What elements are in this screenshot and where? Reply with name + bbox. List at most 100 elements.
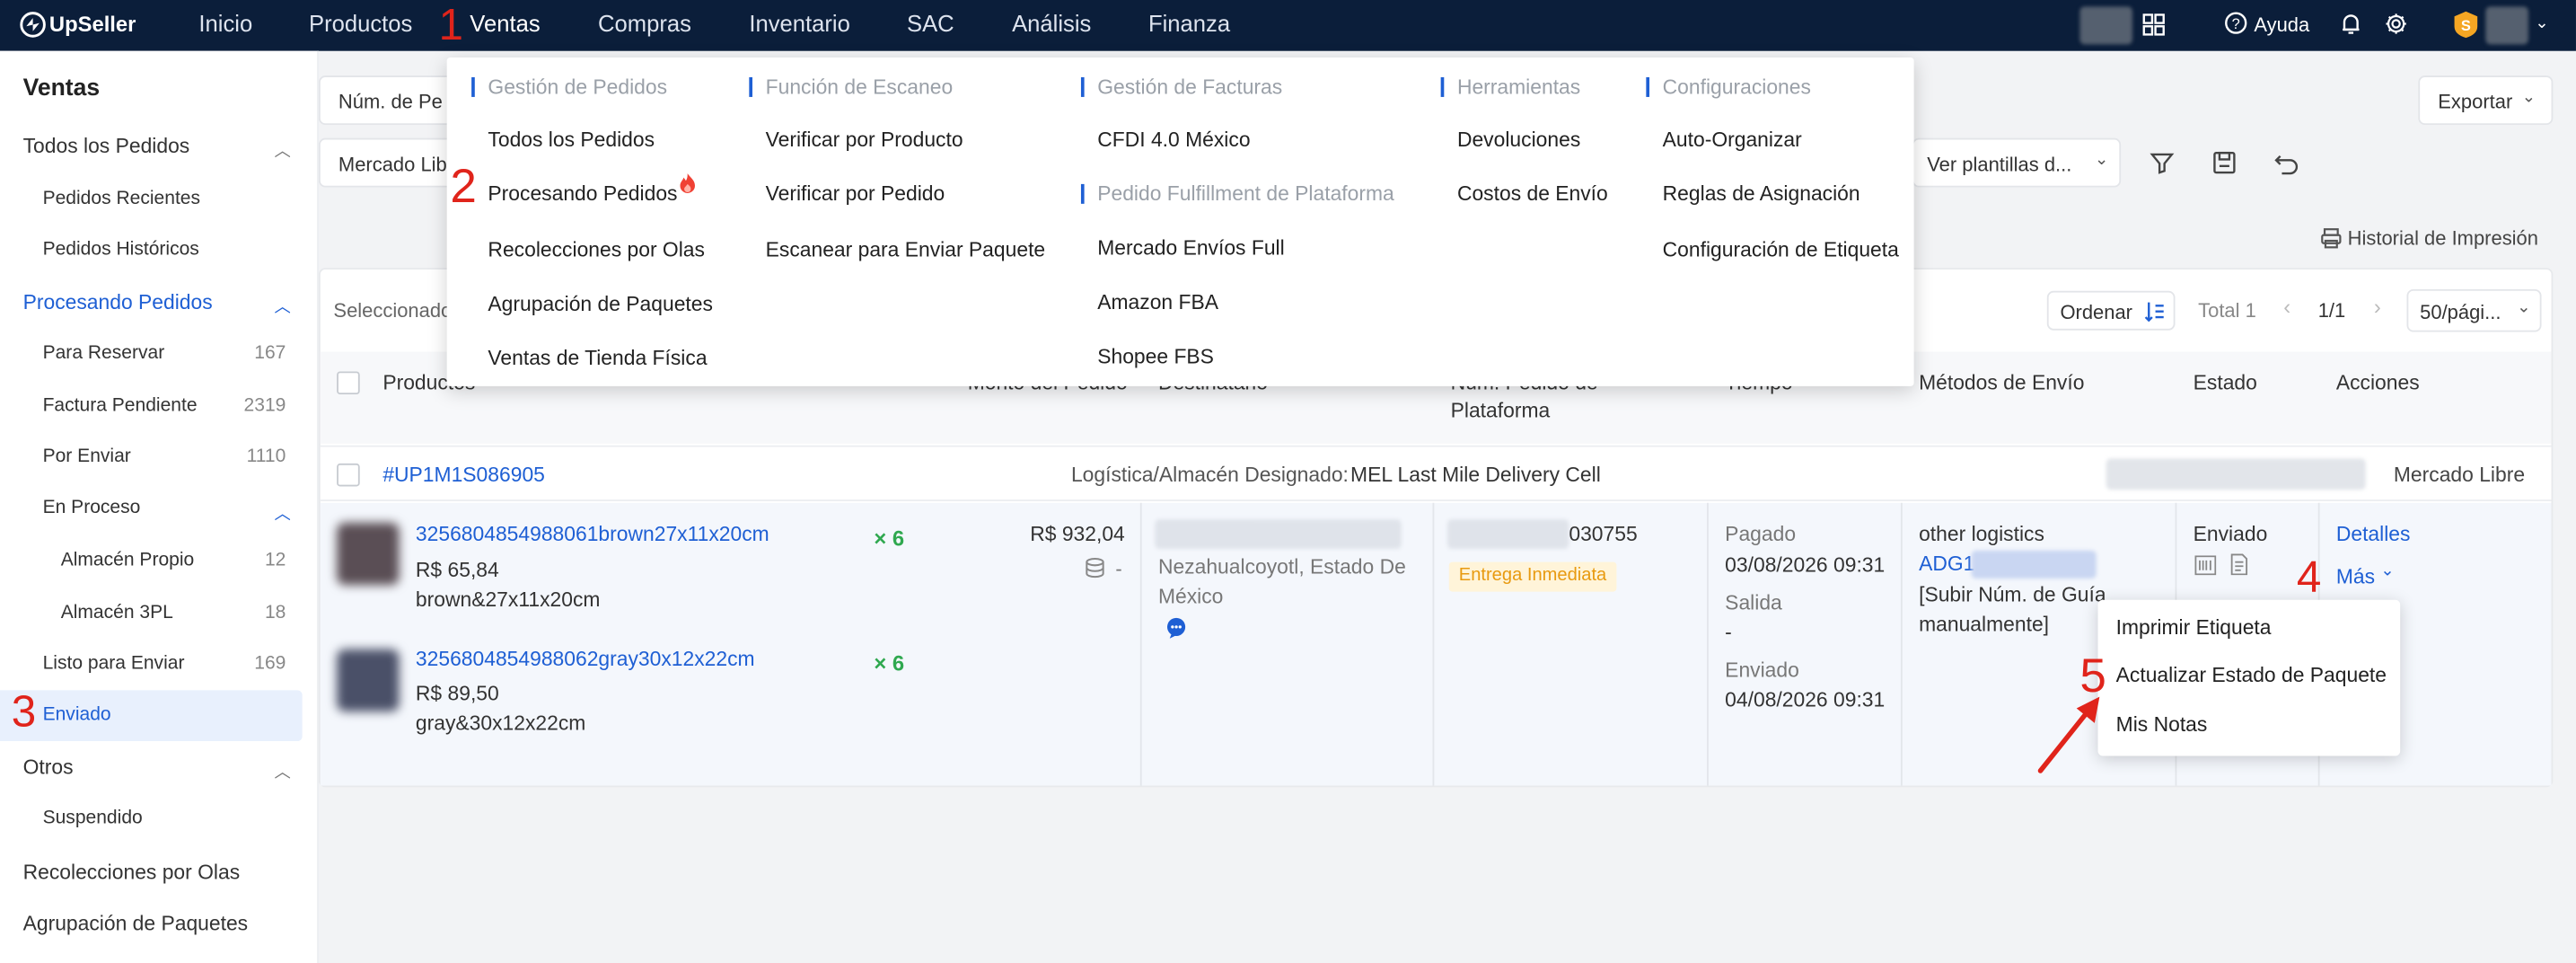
- nav-finanza[interactable]: Finanza: [1148, 10, 1230, 36]
- nav-compras[interactable]: Compras: [598, 10, 691, 36]
- menu-item-mercado-envios-full[interactable]: Mercado Envíos Full: [1097, 236, 1284, 260]
- blurred-username[interactable]: [2485, 6, 2528, 45]
- menu-item-costos-envio[interactable]: Costos de Envío: [1457, 182, 1608, 206]
- product-quantity-2: × 6: [874, 650, 905, 676]
- logistics-value: MEL Last Mile Delivery Cell: [1350, 463, 1601, 487]
- sidebar-item-suspendido[interactable]: Suspendido: [43, 808, 143, 828]
- sidebar-item-pedidos-recientes[interactable]: Pedidos Recientes: [43, 189, 200, 208]
- menu-item-mis-notas[interactable]: Mis Notas: [2116, 713, 2208, 737]
- menu-item-cfdi-mexico[interactable]: CFDI 4.0 México: [1097, 128, 1250, 152]
- menu-item-auto-organizar[interactable]: Auto-Organizar: [1663, 128, 1802, 152]
- upload-guide-note-line-1[interactable]: [Subir Núm. de Guía: [1919, 583, 2106, 606]
- page-size-select[interactable]: 50/pági... ⌄: [2406, 288, 2542, 332]
- menu-item-amazon-fba[interactable]: Amazon FBA: [1097, 291, 1218, 314]
- chevron-up-icon[interactable]: ︿: [275, 499, 291, 524]
- barcode-icon[interactable]: [2194, 555, 2217, 576]
- sidebar-item-procesando-pedidos[interactable]: Procesando Pedidos: [23, 291, 213, 314]
- app-logo-text[interactable]: UpSeller: [49, 12, 136, 36]
- order-id-link[interactable]: #UP1M1S086905: [382, 464, 545, 487]
- save-template-icon[interactable]: [2211, 149, 2238, 175]
- chevron-up-icon[interactable]: ︿: [275, 293, 291, 317]
- product-thumbnail-1[interactable]: [337, 522, 400, 586]
- nav-inventario[interactable]: Inventario: [749, 10, 849, 36]
- chat-bubble-icon[interactable]: [1165, 616, 1188, 640]
- order-number-filter-select[interactable]: Núm. de Pe: [318, 75, 467, 126]
- notification-bell-icon[interactable]: [2339, 12, 2362, 36]
- sidebar-item-para-reservar[interactable]: Para Reservar: [43, 343, 165, 363]
- menu-item-ventas-tienda-fisica[interactable]: Ventas de Tienda Física: [488, 347, 707, 370]
- apps-grid-icon[interactable]: [2142, 13, 2166, 37]
- undo-reset-icon[interactable]: [2273, 149, 2299, 175]
- nav-ventas[interactable]: Ventas: [470, 10, 540, 36]
- print-history-link[interactable]: Historial de Impresión: [2348, 226, 2538, 250]
- chevron-down-icon[interactable]: ⌄: [2380, 562, 2394, 580]
- sidebar-item-otros[interactable]: Otros: [23, 756, 74, 780]
- blurred-account-avatar[interactable]: [2079, 6, 2132, 45]
- menu-item-actualizar-estado-paquete[interactable]: Actualizar Estado de Paquete: [2116, 664, 2387, 687]
- more-actions-link[interactable]: Más: [2336, 565, 2375, 588]
- sidebar-item-todos-los-pedidos[interactable]: Todos los Pedidos: [23, 135, 190, 158]
- coin-stack-icon[interactable]: [1085, 557, 1106, 579]
- product-thumbnail-2[interactable]: [337, 649, 400, 712]
- sort-list-icon: [2144, 301, 2166, 322]
- sidebar-item-listo-para-enviar[interactable]: Listo para Enviar: [43, 654, 185, 674]
- product-variant-2: gray&30x12x22cm: [415, 711, 586, 735]
- sidebar-item-agrupacion-de-paquetes[interactable]: Agrupación de Paquetes: [23, 912, 249, 935]
- sort-button[interactable]: Ordenar: [2046, 290, 2176, 331]
- sidebar-item-almacen-propio[interactable]: Almacén Propio: [61, 551, 195, 570]
- nav-analisis[interactable]: Análisis: [1012, 10, 1091, 36]
- export-button[interactable]: Exportar ⌄: [2418, 75, 2554, 126]
- count-por-enviar: 1110: [246, 446, 286, 467]
- menu-item-verificar-pedido[interactable]: Verificar por Pedido: [766, 182, 945, 206]
- sidebar-item-recolecciones-por-olas[interactable]: Recolecciones por Olas: [23, 861, 241, 885]
- nav-inicio[interactable]: Inicio: [198, 10, 252, 36]
- settings-gear-icon[interactable]: [2384, 12, 2408, 36]
- menu-item-procesando-pedidos[interactable]: Procesando Pedidos: [488, 182, 677, 206]
- menu-item-reglas-asignacion[interactable]: Reglas de Asignación: [1663, 182, 1860, 206]
- sidebar-item-en-proceso[interactable]: En Proceso: [43, 498, 141, 517]
- nav-productos[interactable]: Productos: [309, 10, 412, 36]
- product-sku-link-1[interactable]: 3256804854988061brown27x11x20cm: [416, 523, 769, 546]
- help-icon[interactable]: ?: [2224, 12, 2247, 35]
- account-chevron-down-icon[interactable]: ⌄: [2535, 14, 2548, 32]
- sidebar: Ventas Todos los Pedidos ︿ Pedidos Recie…: [0, 50, 319, 963]
- fire-hot-icon: [679, 172, 697, 194]
- menu-item-devoluciones[interactable]: Devoluciones: [1457, 128, 1580, 152]
- printer-icon[interactable]: [2320, 226, 2343, 250]
- menu-item-escanear-enviar-paquete[interactable]: Escanear para Enviar Paquete: [766, 238, 1046, 261]
- platform-order-number-suffix[interactable]: 030755: [1569, 523, 1637, 546]
- chevron-up-icon[interactable]: ︿: [275, 757, 291, 782]
- tracking-code-link[interactable]: ADG1: [1919, 552, 1974, 576]
- sidebar-item-factura-pendiente[interactable]: Factura Pendiente: [43, 396, 198, 416]
- user-badge-icon[interactable]: S: [2451, 10, 2481, 40]
- templates-select[interactable]: Ver plantillas d... ⌄: [1912, 137, 2122, 188]
- menu-item-recolecciones-por-olas[interactable]: Recolecciones por Olas: [488, 238, 705, 261]
- next-page-icon[interactable]: ›: [2374, 294, 2381, 318]
- menu-heading-gestion-facturas: Gestión de Facturas: [1080, 77, 1282, 97]
- menu-item-agrupacion-de-paquetes[interactable]: Agrupación de Paquetes: [488, 293, 713, 316]
- filter-funnel-icon[interactable]: [2149, 149, 2175, 175]
- menu-item-configuracion-etiqueta[interactable]: Configuración de Etiqueta: [1663, 238, 1899, 261]
- chevron-up-icon[interactable]: ︿: [275, 137, 291, 161]
- upload-guide-note-line-2[interactable]: manualmente]: [1919, 613, 2049, 636]
- marketplace-filter-select[interactable]: Mercado Libr: [318, 137, 467, 188]
- paid-datetime: 03/08/2026 09:31: [1725, 553, 1886, 578]
- menu-item-todos-los-pedidos[interactable]: Todos los Pedidos: [488, 128, 655, 152]
- order-checkbox[interactable]: [337, 463, 360, 487]
- chevron-down-icon: ⌄: [2094, 151, 2109, 170]
- menu-heading-fulfillment-plataforma: Pedido Fulfillment de Plataforma: [1080, 183, 1394, 204]
- prev-page-icon[interactable]: ‹: [2283, 294, 2290, 318]
- sidebar-item-enviado-active[interactable]: Enviado: [0, 690, 303, 742]
- sidebar-item-pedidos-historicos[interactable]: Pedidos Históricos: [43, 240, 199, 260]
- menu-item-shopee-fbs[interactable]: Shopee FBS: [1097, 345, 1214, 368]
- product-sku-link-2[interactable]: 3256804854988062gray30x12x22cm: [416, 648, 755, 671]
- sidebar-item-por-enviar[interactable]: Por Enviar: [43, 447, 131, 467]
- nav-sac[interactable]: SAC: [907, 10, 954, 36]
- menu-item-imprimir-etiqueta[interactable]: Imprimir Etiqueta: [2116, 616, 2272, 640]
- menu-item-verificar-producto[interactable]: Verificar por Producto: [766, 128, 963, 152]
- help-label[interactable]: Ayuda: [2254, 13, 2309, 37]
- details-link[interactable]: Detalles: [2336, 523, 2411, 546]
- sidebar-item-almacen-3pl[interactable]: Almacén 3PL: [61, 603, 173, 623]
- select-all-checkbox[interactable]: [337, 371, 360, 395]
- document-icon[interactable]: [2229, 553, 2249, 576]
